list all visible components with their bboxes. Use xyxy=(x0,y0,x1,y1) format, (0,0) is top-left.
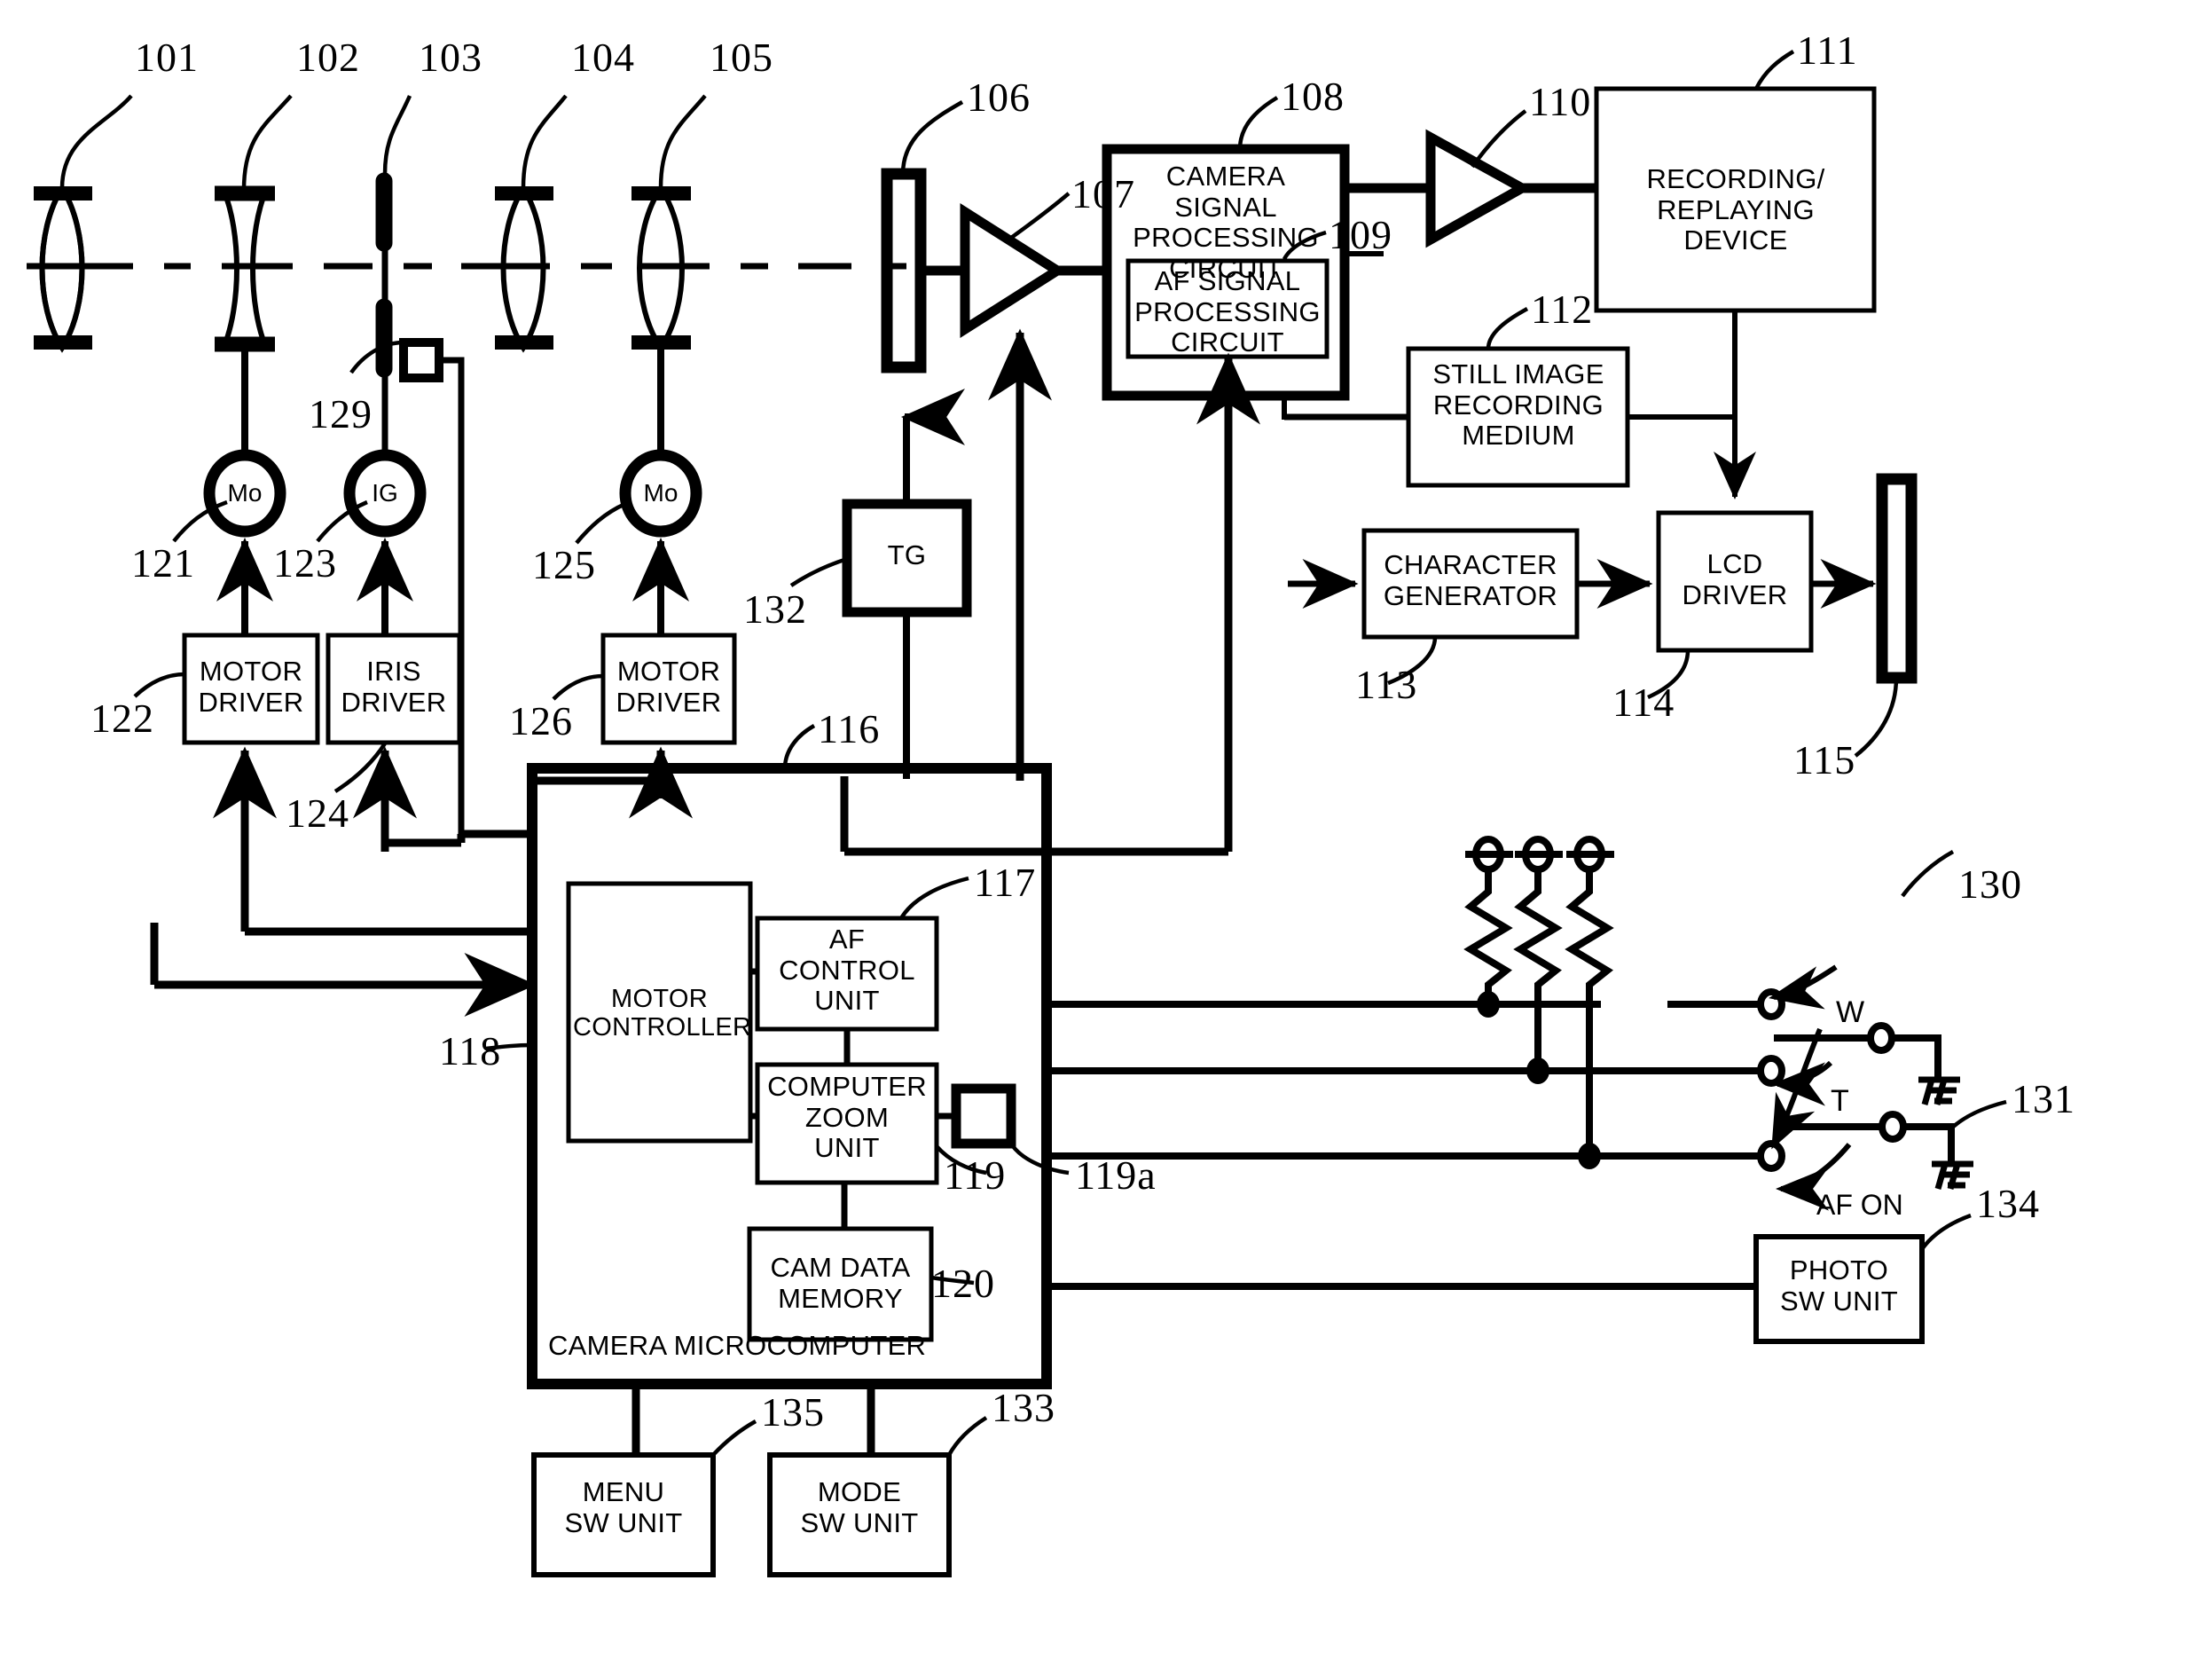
iris-driver-label: IRIS DRIVER xyxy=(341,656,447,718)
af-on-label: AF ON xyxy=(1816,1189,1903,1221)
ref-129: 129 xyxy=(309,391,373,436)
ref-101: 101 xyxy=(135,35,199,80)
lcd-panel-115-glyph xyxy=(1876,473,1918,684)
motor-121-text: Mo xyxy=(227,479,263,507)
zoom-wide-label: W xyxy=(1836,995,1865,1029)
tg-wires xyxy=(901,389,965,779)
menu-sw-unit-label: MENU SW UNIT xyxy=(564,1476,683,1538)
ref-115: 115 xyxy=(1793,737,1856,782)
ref-113: 113 xyxy=(1355,662,1418,707)
bottom-sw-wires xyxy=(631,1384,875,1455)
ref-120: 120 xyxy=(931,1261,995,1306)
ref-122: 122 xyxy=(90,696,154,741)
ref-110: 110 xyxy=(1529,79,1592,124)
ref-119: 119 xyxy=(944,1152,1007,1198)
ref-126: 126 xyxy=(509,698,573,743)
ref-124: 124 xyxy=(286,790,349,836)
character-generator-label: CHARACTER GENERATOR xyxy=(1383,549,1558,611)
camera-microcomputer-label: CAMERA MICROCOMPUTER xyxy=(548,1330,927,1361)
ref-111: 111 xyxy=(1797,28,1858,73)
ref-102: 102 xyxy=(296,35,360,80)
ref-119a: 119a xyxy=(1075,1152,1157,1198)
tg-label: TG xyxy=(887,539,927,570)
reference-leaders xyxy=(59,50,2007,1457)
ref-132: 132 xyxy=(743,586,807,632)
lcd-driver-label: LCD DRIVER xyxy=(1682,548,1788,610)
iris-actuator-123-text: IG xyxy=(372,479,398,507)
motor-125-text: Mo xyxy=(643,479,679,507)
ref-121: 121 xyxy=(131,540,195,586)
computer-zoom-unit-label: COMPUTER ZOOM UNIT xyxy=(767,1071,927,1164)
mode-sw-unit-label: MODE SW UNIT xyxy=(800,1476,919,1538)
ref-123: 123 xyxy=(273,540,337,586)
motor-driver-1-label: MOTOR DRIVER xyxy=(198,656,304,718)
ref-108: 108 xyxy=(1281,74,1345,119)
ref-135: 135 xyxy=(761,1389,825,1435)
ref-116: 116 xyxy=(818,706,881,751)
image-sensor-106-glyph xyxy=(881,168,927,374)
signal-bus-wires xyxy=(840,328,1260,856)
ref-130: 130 xyxy=(1958,861,2022,907)
ref-105: 105 xyxy=(710,35,773,80)
motor-driver-2-label: MOTOR DRIVER xyxy=(616,656,722,718)
still-image-recording-label: STILL IMAGE RECORDING MEDIUM xyxy=(1432,358,1604,452)
ground-symbols xyxy=(1918,1076,1973,1190)
ref-117: 117 xyxy=(974,860,1037,905)
af-control-unit-label: AF CONTROL UNIT xyxy=(779,924,915,1017)
ref-118: 118 xyxy=(439,1028,502,1073)
ref-104: 104 xyxy=(571,35,635,80)
zoom-tele-label: T xyxy=(1831,1084,1849,1118)
ref-125: 125 xyxy=(532,542,596,587)
ref-109: 109 xyxy=(1329,212,1392,257)
ref-103: 103 xyxy=(419,35,482,80)
photo-sw-unit-label: PHOTO SW UNIT xyxy=(1780,1254,1898,1317)
microcomputer-driver-wires xyxy=(213,357,693,936)
microcomputer-switch-bus xyxy=(1047,1001,1756,1290)
ref-112: 112 xyxy=(1531,287,1594,332)
recording-replaying-label: RECORDING/ REPLAYING DEVICE xyxy=(1646,163,1825,256)
amplifier-107-glyph xyxy=(921,202,1107,339)
ref-134: 134 xyxy=(1976,1181,2040,1226)
iris-actuator-123-glyph xyxy=(343,173,427,538)
cam-data-memory-label: CAM DATA MEMORY xyxy=(770,1252,911,1314)
motor-controller-label: MOTOR CONTROLLER xyxy=(573,985,752,1042)
ref-131: 131 xyxy=(2012,1076,2075,1121)
ref-114: 114 xyxy=(1612,680,1675,725)
ref-106: 106 xyxy=(967,75,1031,120)
af-signal-processing-label: AF SIGNAL PROCESSING CIRCUIT xyxy=(1134,265,1321,358)
patent-figure-canvas: 101 102 103 104 105 106 107 108 109 110 … xyxy=(0,0,2212,1667)
ref-133: 133 xyxy=(992,1385,1055,1430)
